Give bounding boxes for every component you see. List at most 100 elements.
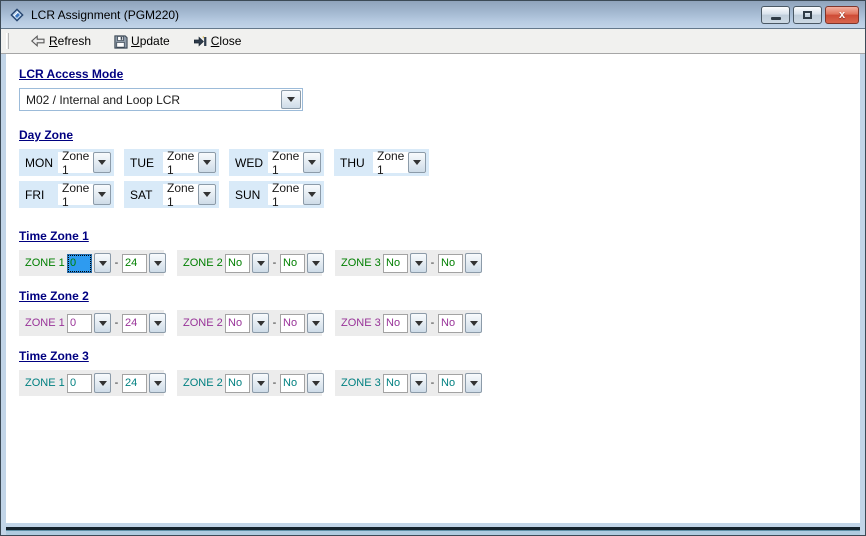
dropdown-button[interactable] bbox=[303, 184, 321, 205]
dropdown-button[interactable] bbox=[465, 373, 482, 393]
chevron-down-icon bbox=[312, 261, 320, 266]
minimize-button[interactable] bbox=[761, 6, 790, 24]
lcr-access-mode-dropdown-button[interactable] bbox=[281, 90, 301, 109]
dropdown-button[interactable] bbox=[93, 152, 111, 173]
tz2-zone3-to-field[interactable]: No bbox=[438, 314, 463, 333]
dropdown-button[interactable] bbox=[252, 313, 269, 333]
tz2-zone2-to-field[interactable]: No bbox=[280, 314, 305, 333]
tz1-zone3-group: ZONE 3 No - No bbox=[335, 250, 480, 276]
tz3-zone1-to-field[interactable]: 24 bbox=[122, 374, 147, 393]
chevron-down-icon bbox=[312, 381, 320, 386]
dropdown-button[interactable] bbox=[252, 373, 269, 393]
dropdown-button[interactable] bbox=[149, 313, 166, 333]
day-zone-combobox[interactable]: Zone 1 bbox=[268, 152, 321, 173]
chevron-down-icon bbox=[312, 321, 320, 326]
tz1-zone1-to-field[interactable]: 24 bbox=[122, 254, 147, 273]
tz1-zone3-from-field[interactable]: No bbox=[383, 254, 408, 273]
day-label: FRI bbox=[25, 188, 58, 202]
time-zone-3-row: ZONE 1 0 - 24 ZONE 2 No - No ZONE 3 bbox=[19, 370, 850, 396]
tz3-zone2-to-field[interactable]: No bbox=[280, 374, 305, 393]
day-group-tue: TUE Zone 1 bbox=[124, 149, 219, 176]
day-label: TUE bbox=[130, 156, 163, 170]
chevron-down-icon bbox=[415, 321, 423, 326]
day-zone-combobox[interactable]: Zone 1 bbox=[58, 152, 111, 173]
zone-label: ZONE 2 bbox=[183, 377, 223, 389]
zone-label: ZONE 2 bbox=[183, 257, 223, 269]
refresh-button[interactable]: Refresh bbox=[27, 32, 94, 50]
zone-label: ZONE 1 bbox=[25, 377, 65, 389]
close-window-button[interactable]: x bbox=[825, 6, 859, 24]
dropdown-button[interactable] bbox=[93, 184, 111, 205]
left-arrow-icon bbox=[30, 33, 46, 49]
dropdown-button[interactable] bbox=[149, 373, 166, 393]
update-label: pdate bbox=[140, 34, 170, 48]
dropdown-button[interactable] bbox=[198, 184, 216, 205]
close-button[interactable]: Close bbox=[189, 33, 245, 50]
exit-arrow-icon bbox=[192, 34, 208, 49]
tz2-zone1-to-field[interactable]: 24 bbox=[122, 314, 147, 333]
tz1-zone1-from-field[interactable]: 0 bbox=[67, 254, 92, 273]
dropdown-button[interactable] bbox=[465, 253, 482, 273]
chevron-down-icon bbox=[154, 381, 162, 386]
chevron-down-icon bbox=[99, 321, 107, 326]
tz2-zone2-group: ZONE 2 No - No bbox=[177, 310, 322, 336]
dropdown-button[interactable] bbox=[252, 253, 269, 273]
range-dash: - bbox=[271, 317, 278, 329]
dropdown-button[interactable] bbox=[410, 253, 427, 273]
zone-label: ZONE 1 bbox=[25, 257, 65, 269]
tz1-zone3-to-field[interactable]: No bbox=[438, 254, 463, 273]
chevron-down-icon bbox=[413, 160, 421, 165]
range-dash: - bbox=[271, 257, 278, 269]
lcr-access-mode-combobox[interactable]: M02 / Internal and Loop LCR bbox=[19, 88, 303, 111]
chevron-down-icon bbox=[98, 160, 106, 165]
day-zone-value: Zone 1 bbox=[268, 181, 303, 209]
day-zone-combobox[interactable]: Zone 1 bbox=[268, 184, 321, 205]
restore-button[interactable] bbox=[793, 6, 822, 24]
time-zone-3-heading: Time Zone 3 bbox=[19, 349, 850, 363]
tz2-zone3-from-field[interactable]: No bbox=[383, 314, 408, 333]
window-bottom-frame bbox=[6, 523, 860, 535]
range-dash: - bbox=[113, 377, 120, 389]
day-zone-combobox[interactable]: Zone 1 bbox=[58, 184, 111, 205]
tz3-zone3-from-field[interactable]: No bbox=[383, 374, 408, 393]
tz1-zone2-to-field[interactable]: No bbox=[280, 254, 305, 273]
update-mnemonic: U bbox=[131, 34, 140, 48]
dropdown-button[interactable] bbox=[94, 253, 111, 273]
tz3-zone2-from-field[interactable]: No bbox=[225, 374, 250, 393]
dropdown-button[interactable] bbox=[410, 313, 427, 333]
day-zone-combobox[interactable]: Zone 1 bbox=[163, 152, 216, 173]
day-zone-combobox[interactable]: Zone 1 bbox=[373, 152, 426, 173]
chevron-down-icon bbox=[257, 261, 265, 266]
refresh-label: efresh bbox=[58, 34, 91, 48]
tz2-zone1-from-field[interactable]: 0 bbox=[67, 314, 92, 333]
dropdown-button[interactable] bbox=[94, 313, 111, 333]
day-zone-value: Zone 1 bbox=[58, 181, 93, 209]
chevron-down-icon bbox=[415, 381, 423, 386]
tz3-zone1-from-field[interactable]: 0 bbox=[67, 374, 92, 393]
day-zone-combobox[interactable]: Zone 1 bbox=[163, 184, 216, 205]
tz2-zone2-from-field[interactable]: No bbox=[225, 314, 250, 333]
tz2-zone1-group: ZONE 1 0 - 24 bbox=[19, 310, 164, 336]
day-zone-row-2: FRI Zone 1 SAT Zone 1 SUN Z bbox=[19, 181, 850, 208]
time-zone-2-row: ZONE 1 0 - 24 ZONE 2 No - No ZONE 3 bbox=[19, 310, 850, 336]
dropdown-button[interactable] bbox=[307, 313, 324, 333]
time-zone-2-heading: Time Zone 2 bbox=[19, 289, 850, 303]
refresh-mnemonic: R bbox=[49, 34, 58, 48]
update-button[interactable]: Update bbox=[110, 33, 173, 50]
dropdown-button[interactable] bbox=[198, 152, 216, 173]
chevron-down-icon bbox=[257, 381, 265, 386]
chevron-down-icon bbox=[257, 321, 265, 326]
dropdown-button[interactable] bbox=[307, 373, 324, 393]
tz1-zone1-group: ZONE 1 0 - 24 bbox=[19, 250, 164, 276]
chevron-down-icon bbox=[415, 261, 423, 266]
dropdown-button[interactable] bbox=[303, 152, 321, 173]
dropdown-button[interactable] bbox=[307, 253, 324, 273]
day-group-wed: WED Zone 1 bbox=[229, 149, 324, 176]
dropdown-button[interactable] bbox=[94, 373, 111, 393]
tz1-zone2-from-field[interactable]: No bbox=[225, 254, 250, 273]
dropdown-button[interactable] bbox=[465, 313, 482, 333]
dropdown-button[interactable] bbox=[408, 152, 426, 173]
dropdown-button[interactable] bbox=[410, 373, 427, 393]
tz3-zone3-to-field[interactable]: No bbox=[438, 374, 463, 393]
dropdown-button[interactable] bbox=[149, 253, 166, 273]
